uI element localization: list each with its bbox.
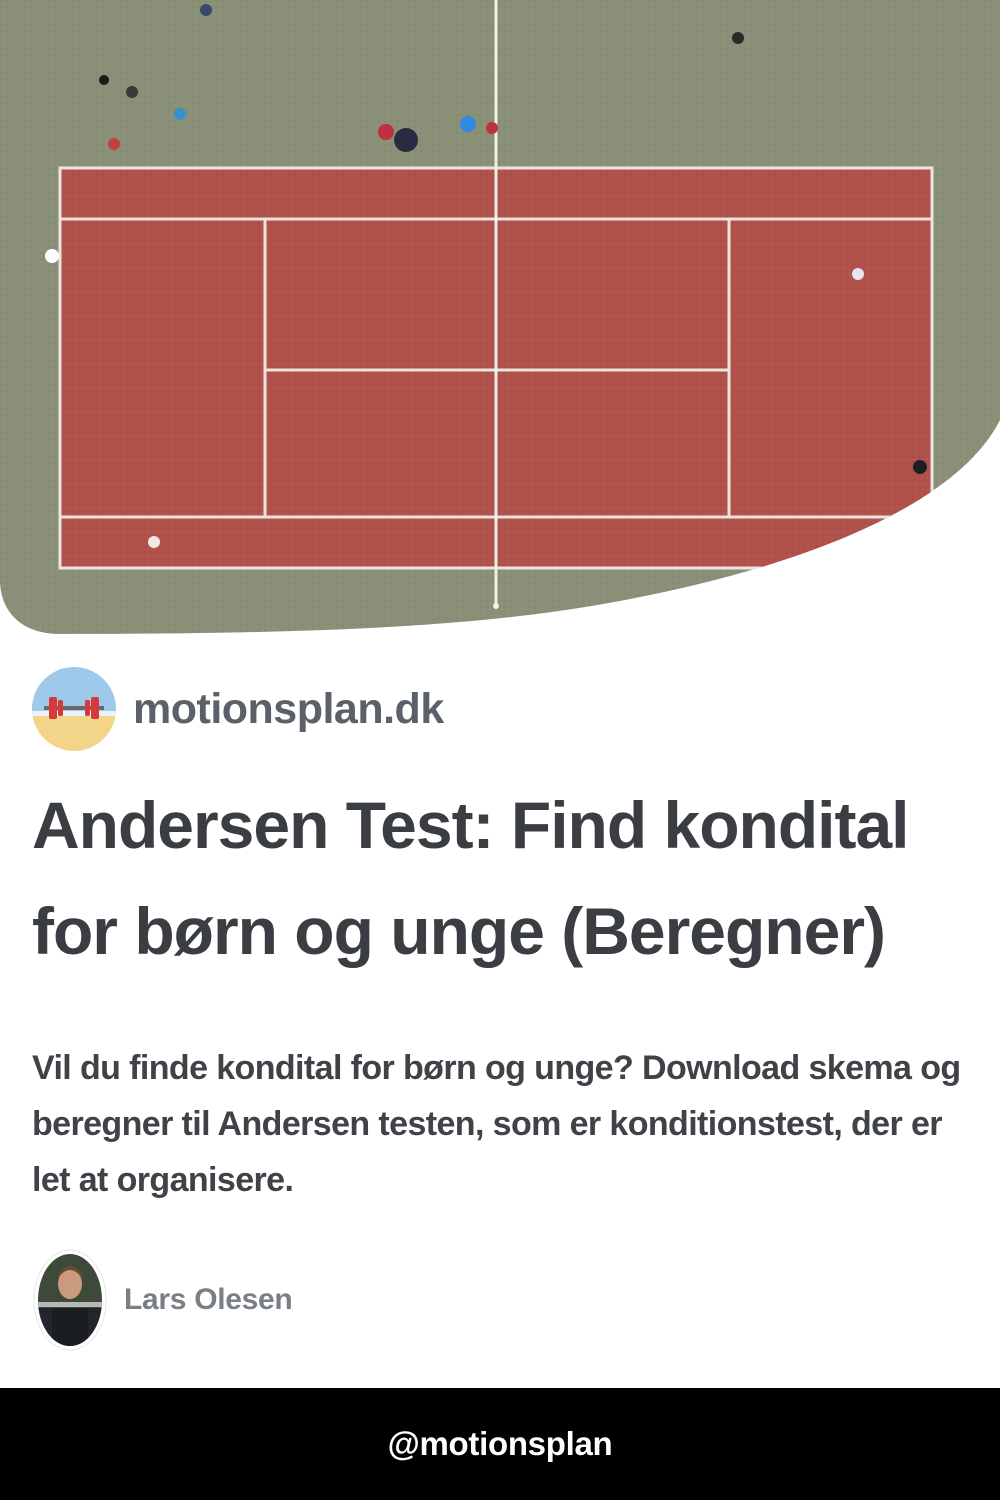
author-avatar[interactable]: [32, 1248, 108, 1352]
pin-card: motionsplan.dk Andersen Test: Find kondi…: [0, 0, 1000, 1500]
footer-handle[interactable]: @motionsplan: [388, 1425, 613, 1463]
barbell-beach-icon: [32, 667, 116, 751]
site-name[interactable]: motionsplan.dk: [133, 685, 444, 734]
author-name[interactable]: Lars Olesen: [124, 1283, 293, 1317]
footer-bar: @motionsplan: [0, 1388, 1000, 1500]
site-header[interactable]: motionsplan.dk: [32, 667, 444, 751]
author-row[interactable]: Lars Olesen: [32, 1248, 293, 1352]
article-description: Vil du finde kondital for børn og unge? …: [32, 1049, 961, 1199]
hero-image: [0, 0, 1000, 640]
article-title[interactable]: Andersen Test: Find kondital for børn og…: [32, 772, 972, 984]
